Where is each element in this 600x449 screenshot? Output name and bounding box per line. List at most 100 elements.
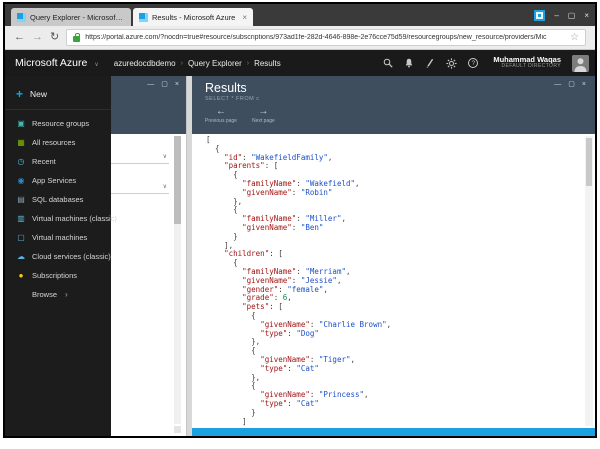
blade-scrollbar[interactable] bbox=[174, 136, 181, 424]
results-scrollbar[interactable] bbox=[585, 136, 593, 426]
query-explorer-blade-header: — ▢ × bbox=[111, 76, 186, 134]
tab-title: Results - Microsoft Azure bbox=[152, 13, 238, 22]
back-button[interactable]: ← bbox=[14, 32, 25, 43]
cloud-services-icon: ☁ bbox=[16, 252, 26, 261]
refresh-button[interactable]: ↻ bbox=[50, 32, 59, 43]
recent-clock-icon: ◷ bbox=[16, 157, 26, 166]
tab-title: Query Explorer - Microsoft Azure bbox=[30, 13, 125, 22]
tab-query-explorer[interactable]: Query Explorer - Microsoft Azure bbox=[11, 8, 131, 26]
notifications-bell-icon[interactable] bbox=[404, 58, 414, 68]
json-output: [ { "id": "WakefieldFamily", "parents": … bbox=[206, 136, 579, 428]
sidebar-item-label: Virtual machines (classic) bbox=[32, 214, 117, 223]
breadcrumb-item-results[interactable]: Results bbox=[254, 59, 281, 68]
breadcrumb-item-azuredocdbdemo[interactable]: azuredocdbdemo bbox=[114, 59, 176, 68]
sql-databases-icon: ▤ bbox=[16, 195, 26, 204]
sidebar-item-label: Resource groups bbox=[32, 119, 89, 128]
dropdown-field[interactable]: ∨ bbox=[111, 150, 169, 164]
blade-close-button[interactable]: × bbox=[582, 81, 586, 88]
blade-close-button[interactable]: × bbox=[175, 81, 179, 134]
url-text: https://portal.azure.com/?nocdn=true#res… bbox=[85, 34, 565, 41]
scrollbar-thumb[interactable] bbox=[586, 138, 592, 186]
azure-brand[interactable]: Microsoft Azure bbox=[15, 57, 87, 69]
blade-minimize-button[interactable]: — bbox=[554, 81, 561, 88]
previous-page-button[interactable]: ← Previous page bbox=[205, 107, 237, 124]
next-page-label: Next page bbox=[252, 118, 275, 124]
portal-workspace: + New ▣ Resource groups ▦ All resources … bbox=[5, 76, 595, 436]
window-close-button[interactable]: × bbox=[584, 12, 589, 20]
vm-icon: ▢ bbox=[16, 233, 26, 242]
vm-classic-icon: ▥ bbox=[16, 214, 26, 223]
query-explorer-blade: — ▢ × ∨ ∨ bbox=[111, 76, 187, 436]
browser-notification-icon[interactable] bbox=[534, 10, 545, 21]
resource-groups-icon: ▣ bbox=[16, 119, 26, 128]
azure-portal-favicon bbox=[17, 13, 26, 22]
sidebar-item-virtual-machines-classic[interactable]: ▥ Virtual machines (classic) bbox=[5, 209, 111, 228]
sidebar-item-all-resources[interactable]: ▦ All resources bbox=[5, 133, 111, 152]
sidebar-item-virtual-machines[interactable]: ▢ Virtual machines bbox=[5, 228, 111, 247]
sidebar-item-browse[interactable]: Browse › bbox=[5, 285, 111, 304]
sidebar-items: ▣ Resource groups ▦ All resources ◷ Rece… bbox=[5, 114, 111, 304]
blade-accent-bar bbox=[192, 428, 595, 436]
results-pager: ← Previous page → Next page bbox=[205, 107, 585, 124]
breadcrumb-item-query-explorer[interactable]: Query Explorer bbox=[188, 59, 242, 68]
url-field[interactable]: https://portal.azure.com/?nocdn=true#res… bbox=[66, 29, 586, 46]
chevron-down-icon: ∨ bbox=[163, 184, 167, 190]
bookmark-star-icon[interactable]: ☆ bbox=[570, 32, 579, 43]
blade-maximize-button[interactable]: ▢ bbox=[161, 81, 168, 134]
account-menu[interactable]: Muhammad Waqas DEFAULT DIRECTORY bbox=[493, 56, 561, 70]
sidebar-item-app-services[interactable]: ◉ App Services bbox=[5, 171, 111, 190]
user-directory: DEFAULT DIRECTORY bbox=[493, 64, 561, 70]
sidebar: + New ▣ Resource groups ▦ All resources … bbox=[5, 76, 111, 436]
window-maximize-button[interactable]: ▢ bbox=[568, 12, 576, 20]
sidebar-item-label: App Services bbox=[32, 176, 76, 185]
sidebar-item-resource-groups[interactable]: ▣ Resource groups bbox=[5, 114, 111, 133]
azure-portal-favicon bbox=[139, 13, 148, 22]
sidebar-item-label: Recent bbox=[32, 157, 56, 166]
next-page-button[interactable]: → Next page bbox=[252, 107, 275, 124]
dropdown-field[interactable]: ∨ bbox=[111, 180, 169, 194]
blade-title: Results bbox=[205, 81, 585, 95]
arrow-left-icon: ← bbox=[205, 107, 237, 117]
results-blade-body: [ { "id": "WakefieldFamily", "parents": … bbox=[192, 134, 595, 428]
settings-gear-icon[interactable] bbox=[446, 58, 457, 69]
blade-maximize-button[interactable]: ▢ bbox=[568, 81, 575, 88]
azure-toolbar-icons: ? Muhammad Waqas DEFAULT DIRECTORY bbox=[383, 55, 589, 72]
edit-pencil-icon[interactable] bbox=[425, 58, 435, 68]
sidebar-item-subscriptions[interactable]: ● Subscriptions bbox=[5, 266, 111, 285]
sidebar-item-label: Subscriptions bbox=[32, 271, 77, 280]
scrollbar-down-arrow[interactable] bbox=[174, 426, 181, 433]
user-avatar[interactable] bbox=[572, 55, 589, 72]
tab-close-icon[interactable]: × bbox=[242, 13, 247, 22]
sidebar-item-sql-databases[interactable]: ▤ SQL databases bbox=[5, 190, 111, 209]
window-minimize-button[interactable]: – bbox=[554, 12, 558, 20]
sidebar-item-label: SQL databases bbox=[32, 195, 83, 204]
chevron-down-icon: ∨ bbox=[163, 154, 167, 160]
all-resources-icon: ▦ bbox=[16, 138, 26, 147]
azure-top-bar: Microsoft Azure ∨ azuredocdbdemo › Query… bbox=[5, 50, 595, 76]
sidebar-item-label: Virtual machines bbox=[32, 233, 87, 242]
https-lock-icon bbox=[73, 36, 80, 42]
tab-results[interactable]: Results - Microsoft Azure × bbox=[133, 8, 253, 26]
browser-address-bar: ← → ↻ https://portal.azure.com/?nocdn=tr… bbox=[5, 26, 595, 50]
results-blade: — ▢ × Results SELECT * FROM c ← Previous… bbox=[192, 76, 595, 436]
sidebar-item-cloud-services-classic[interactable]: ☁ Cloud services (classic) bbox=[5, 247, 111, 266]
app-services-icon: ◉ bbox=[16, 176, 26, 185]
breadcrumb-separator: › bbox=[247, 60, 249, 67]
sidebar-item-label: Browse bbox=[32, 290, 57, 299]
browser-tab-bar: Query Explorer - Microsoft Azure Results… bbox=[5, 4, 595, 26]
sidebar-item-label: All resources bbox=[32, 138, 75, 147]
results-blade-header: — ▢ × Results SELECT * FROM c ← Previous… bbox=[192, 76, 595, 134]
chevron-right-icon: › bbox=[65, 290, 68, 299]
arrow-right-icon: → bbox=[252, 107, 275, 117]
help-icon[interactable]: ? bbox=[468, 58, 478, 68]
sidebar-item-label: Cloud services (classic) bbox=[32, 252, 111, 261]
forward-button[interactable]: → bbox=[32, 32, 43, 43]
sidebar-item-recent[interactable]: ◷ Recent bbox=[5, 152, 111, 171]
subscriptions-key-icon: ● bbox=[16, 271, 26, 280]
search-icon[interactable] bbox=[383, 58, 393, 68]
query-text: SELECT * FROM c bbox=[205, 96, 585, 102]
scrollbar-thumb[interactable] bbox=[174, 136, 181, 224]
blade-minimize-button[interactable]: — bbox=[147, 81, 154, 134]
sidebar-item-new[interactable]: + New bbox=[5, 82, 111, 110]
window-controls: – ▢ × bbox=[534, 10, 589, 26]
